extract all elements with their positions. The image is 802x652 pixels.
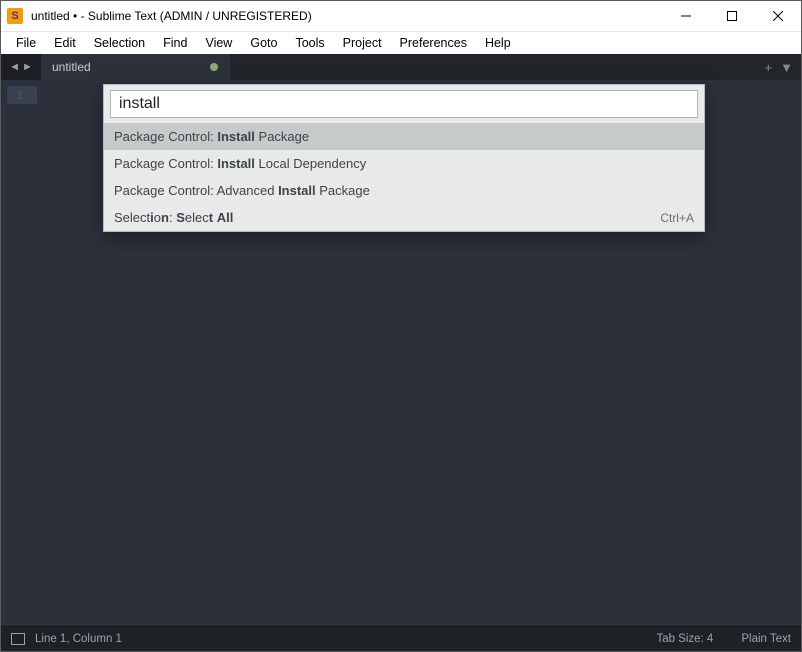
dirty-indicator-icon <box>210 63 218 71</box>
tab-label: untitled <box>52 60 91 74</box>
window-title: untitled • - Sublime Text (ADMIN / UNREG… <box>31 9 663 23</box>
status-right: Tab Size: 4 Plain Text <box>656 633 791 645</box>
chevron-right-icon: ► <box>22 61 33 73</box>
close-button[interactable] <box>755 1 801 31</box>
menu-edit[interactable]: Edit <box>45 34 85 52</box>
editor-area: 1 Package Control: Install Package Packa… <box>1 80 801 626</box>
status-tab-size[interactable]: Tab Size: 4 <box>656 633 713 645</box>
chevron-left-icon: ◄ <box>9 61 20 73</box>
palette-item-install-package[interactable]: Package Control: Install Package <box>104 123 704 150</box>
window-controls <box>663 1 801 31</box>
palette-item-shortcut: Ctrl+A <box>660 211 694 225</box>
app-icon <box>7 8 23 24</box>
line-number: 1 <box>7 86 37 104</box>
tab-untitled[interactable]: untitled <box>42 54 231 80</box>
panel-toggle-icon[interactable] <box>11 633 25 645</box>
maximize-button[interactable] <box>709 1 755 31</box>
menu-selection[interactable]: Selection <box>85 34 154 52</box>
tab-dropdown-icon[interactable]: ▼ <box>780 60 793 75</box>
palette-item-install-local-dependency[interactable]: Package Control: Install Local Dependenc… <box>104 150 704 177</box>
titlebar: untitled • - Sublime Text (ADMIN / UNREG… <box>1 1 801 32</box>
tab-row: ◄ ► untitled + ▼ <box>1 54 801 80</box>
statusbar: Line 1, Column 1 Tab Size: 4 Plain Text <box>1 626 801 651</box>
menubar: File Edit Selection Find View Goto Tools… <box>1 32 801 54</box>
status-syntax[interactable]: Plain Text <box>741 633 791 645</box>
menu-project[interactable]: Project <box>334 34 391 52</box>
palette-item-advanced-install-package[interactable]: Package Control: Advanced Install Packag… <box>104 177 704 204</box>
status-left: Line 1, Column 1 <box>11 633 122 645</box>
menu-help[interactable]: Help <box>476 34 520 52</box>
menu-tools[interactable]: Tools <box>286 34 333 52</box>
new-tab-icon[interactable]: + <box>765 60 773 75</box>
menu-view[interactable]: View <box>196 34 241 52</box>
minimize-button[interactable] <box>663 1 709 31</box>
menu-find[interactable]: Find <box>154 34 196 52</box>
tab-nav-arrows[interactable]: ◄ ► <box>1 54 42 80</box>
palette-item-label: Package Control: Install Package <box>114 129 309 144</box>
status-position[interactable]: Line 1, Column 1 <box>35 633 122 645</box>
command-palette: Package Control: Install Package Package… <box>103 84 705 232</box>
app-window: untitled • - Sublime Text (ADMIN / UNREG… <box>0 0 802 652</box>
menu-goto[interactable]: Goto <box>241 34 286 52</box>
gutter: 1 <box>1 80 43 626</box>
palette-input-wrap <box>104 85 704 123</box>
palette-item-label: Package Control: Install Local Dependenc… <box>114 156 366 171</box>
menu-preferences[interactable]: Preferences <box>391 34 476 52</box>
tabrow-right-controls: + ▼ <box>757 54 801 80</box>
palette-item-label: Package Control: Advanced Install Packag… <box>114 183 370 198</box>
tabrow-spacer <box>231 54 757 80</box>
palette-list: Package Control: Install Package Package… <box>104 123 704 231</box>
palette-input[interactable] <box>110 90 698 118</box>
palette-item-label: Selection: Select All <box>114 210 233 225</box>
menu-file[interactable]: File <box>7 34 45 52</box>
palette-item-select-all[interactable]: Selection: Select All Ctrl+A <box>104 204 704 231</box>
